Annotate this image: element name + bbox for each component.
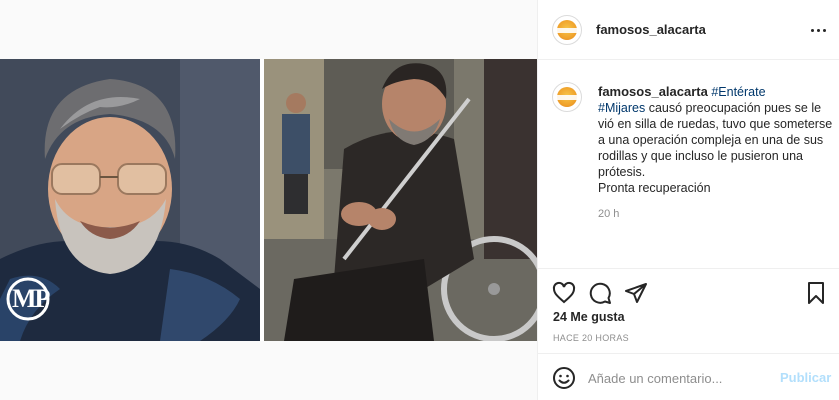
- emoji-icon[interactable]: [552, 366, 576, 390]
- header-username[interactable]: famosos_alacarta: [596, 22, 706, 37]
- avatar[interactable]: [552, 15, 582, 45]
- post-caption: famosos_alacarta #Entérate #Mijares caus…: [598, 84, 834, 196]
- post-sidebar: famosos_alacarta famosos_alacarta #Entér…: [537, 0, 839, 400]
- action-bar: [538, 268, 839, 314]
- comment-bar: Publicar: [538, 353, 839, 400]
- caption-username[interactable]: famosos_alacarta: [598, 84, 708, 99]
- comment-input[interactable]: [588, 368, 768, 388]
- heart-icon[interactable]: [552, 281, 576, 305]
- photo-left: MP: [0, 59, 260, 341]
- share-icon[interactable]: [624, 281, 648, 305]
- post-timestamp: HACE 20 HORAS: [553, 333, 629, 343]
- post-header: famosos_alacarta: [538, 0, 839, 60]
- likes-count[interactable]: 24 Me gusta: [553, 310, 625, 324]
- hashtag-link[interactable]: #Mijares: [598, 101, 645, 115]
- more-options-icon[interactable]: [806, 21, 830, 39]
- photo-right: [264, 59, 537, 341]
- bookmark-icon[interactable]: [804, 281, 828, 305]
- comment-icon[interactable]: [588, 281, 612, 305]
- caption-time: 20 h: [598, 208, 620, 220]
- hashtag-link[interactable]: #Entérate: [711, 85, 765, 99]
- media-area: MP: [0, 0, 537, 400]
- post-comment-button[interactable]: Publicar: [780, 370, 831, 385]
- wheelchair-illustration: [264, 59, 537, 341]
- photo-logo: MP: [12, 284, 50, 313]
- post-media[interactable]: MP: [0, 59, 537, 341]
- caption-extra: Pronta recuperación: [598, 181, 711, 195]
- caption-avatar[interactable]: [552, 82, 582, 112]
